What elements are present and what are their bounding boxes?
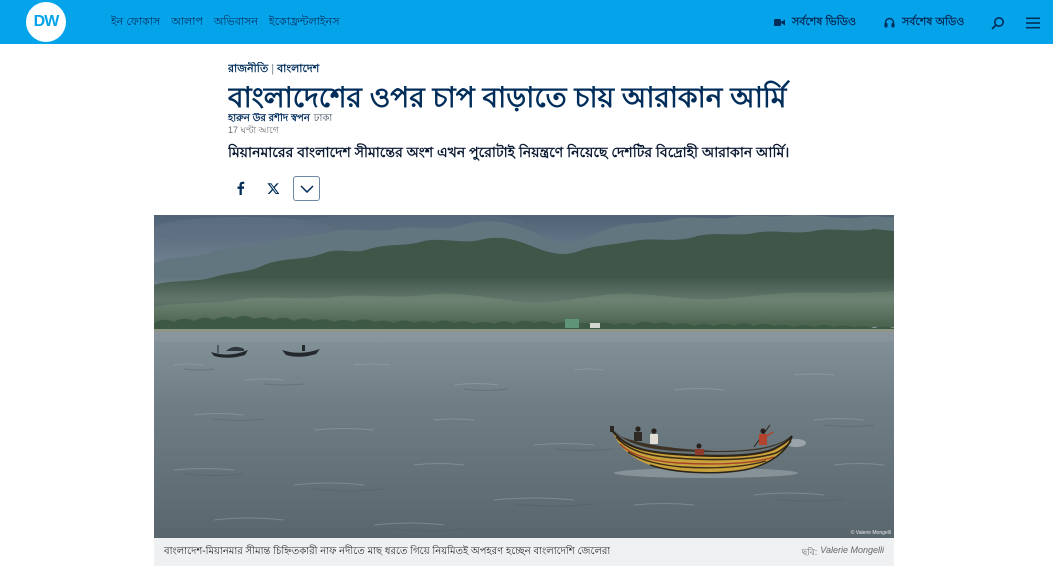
photo-watermark: © Valerie Mongelli [851, 529, 891, 536]
facebook-icon [237, 181, 244, 195]
byline: হারুন উর রশীদ স্বপন ঢাকা [228, 113, 628, 125]
nav-item-in-focus[interactable]: ইন ফোকাস [111, 13, 160, 32]
x-icon [266, 182, 279, 194]
river-landscape-photo: © Valerie Mongelli [154, 215, 894, 538]
headphones-icon [884, 17, 895, 27]
menu-button[interactable] [1025, 15, 1040, 30]
publish-time: 17 ঘণ্টা আগে [228, 125, 279, 135]
share-x-button[interactable] [263, 178, 283, 198]
image-credit: ছবি: Valerie Mongelli [802, 545, 884, 560]
article-title: বাংলাদেশের ওপর চাপ বাড়াতে চায় আরাকান আ… [228, 82, 787, 113]
nav-item-ecofrontlines[interactable]: ইকোফ্রন্টলাইনস [269, 13, 340, 32]
latest-video-link[interactable]: সর্বশেষ ভিডিও [774, 0, 878, 44]
breadcrumb-subsection[interactable]: বাংলাদেশ [277, 62, 319, 76]
latest-audio-label: সর্বশেষ অডিও [902, 15, 965, 28]
share-facebook-button[interactable] [230, 178, 250, 198]
breadcrumb: রাজনীতি | বাংলাদেশ [228, 62, 628, 76]
image-caption: বাংলাদেশ-মিয়ানমার সীমান্ত চিহ্নিতকারী ন… [164, 545, 611, 557]
video-camera-icon [774, 18, 785, 26]
author-name[interactable]: হারুন উর রশীদ স্বপন [228, 113, 310, 125]
breadcrumb-separator: | [271, 63, 275, 75]
share-more-button[interactable] [293, 176, 320, 201]
nav-item-alap[interactable]: আলাপ [171, 13, 203, 32]
author-location: ঢাকা [313, 113, 333, 124]
latest-audio-link[interactable]: সর্বশেষ অডিও [884, 0, 988, 44]
credit-label: ছবি: [801, 546, 818, 557]
breadcrumb-section[interactable]: রাজনীতি [228, 62, 268, 76]
site-header: DW ইন ফোকাস আলাপ অভিবাসন ইকোফ্রন্টলাইনস … [0, 0, 1053, 44]
main-nav: ইন ফোকাস আলাপ অভিবাসন ইকোফ্রন্টলাইনস [111, 0, 411, 44]
dw-logo[interactable]: DW [26, 2, 66, 42]
image-caption-bar: বাংলাদেশ-মিয়ানমার সীমান্ত চিহ্নিতকারী ন… [154, 538, 894, 566]
hamburger-menu-icon [1025, 17, 1040, 28]
search-button[interactable] [990, 15, 1005, 30]
credit-name: Valerie Mongelli [820, 544, 884, 555]
article-lead: মিয়ানমারের বাংলাদেশ সীমান্তের অংশ এখন প… [228, 144, 790, 160]
latest-video-label: সর্বশেষ ভিডিও [792, 15, 857, 28]
nav-item-migration[interactable]: অভিবাসন [214, 13, 258, 32]
chevron-down-icon [299, 184, 314, 193]
search-icon [991, 16, 1004, 29]
article-hero-image: © Valerie Mongelli [154, 215, 894, 538]
